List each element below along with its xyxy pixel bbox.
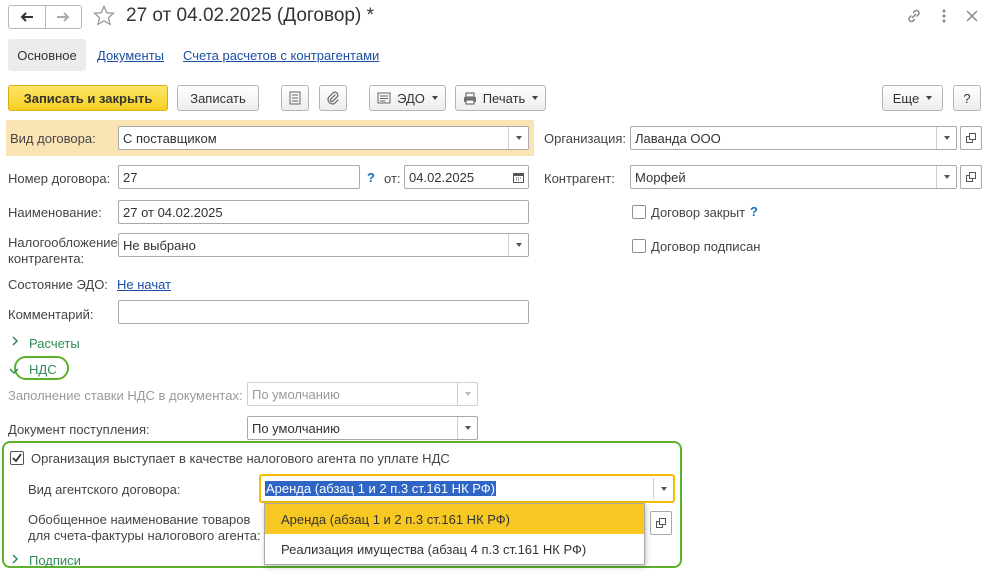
arrow-left-icon — [20, 12, 33, 22]
tab-main[interactable]: Основное — [8, 39, 86, 71]
contract-closed-label: Договор закрыт — [651, 205, 746, 220]
organization-label: Организация: — [544, 131, 627, 146]
edo-button[interactable]: ЭДО — [369, 85, 446, 111]
dropdown-option[interactable]: Аренда (абзац 1 и 2 п.3 ст.161 НК РФ) — [265, 504, 644, 534]
organization-value: Лаванда ООО — [635, 130, 721, 146]
counterparty-select[interactable]: Морфей — [630, 165, 957, 189]
open-goods-button[interactable] — [650, 511, 672, 535]
more-button-label: Еще — [892, 90, 920, 106]
name-label: Наименование: — [8, 205, 102, 220]
open-counterparty-button[interactable] — [960, 165, 982, 189]
agent-contract-type-value: Аренда (абзац 1 и 2 п.3 ст.161 НК РФ) — [265, 481, 496, 496]
save-button[interactable]: Записать — [177, 85, 259, 111]
print-button[interactable]: Печать — [455, 85, 546, 111]
name-input[interactable]: 27 от 04.02.2025 — [118, 200, 529, 224]
arrow-right-icon — [57, 12, 70, 22]
printer-icon — [463, 92, 476, 104]
contract-type-select[interactable]: С поставщиком — [118, 126, 529, 150]
dropdown-arrow-icon — [457, 383, 477, 405]
dropdown-arrow-icon[interactable] — [936, 127, 956, 149]
dropdown-arrow-icon[interactable] — [508, 234, 528, 256]
contract-type-value: С поставщиком — [123, 130, 217, 146]
contract-signed-label: Договор подписан — [651, 239, 761, 254]
tab-accounts[interactable]: Счета расчетов с контрагентами — [183, 48, 379, 63]
group-signatures[interactable]: Подписи — [29, 553, 81, 568]
report-button[interactable] — [281, 85, 309, 111]
favorite-star-icon[interactable] — [92, 4, 116, 31]
contract-signed-checkbox[interactable] — [632, 239, 646, 253]
contract-closed-checkbox[interactable] — [632, 205, 646, 219]
counterparty-label: Контрагент: — [544, 171, 615, 186]
counterparty-value: Морфей — [635, 169, 686, 185]
contract-date-value: 04.02.2025 — [409, 169, 475, 185]
calendar-icon[interactable] — [508, 166, 528, 188]
contract-date-input[interactable]: 04.02.2025 — [404, 165, 529, 189]
contract-number-help-icon[interactable]: ? — [367, 170, 375, 185]
dropdown-arrow-icon[interactable] — [457, 417, 477, 439]
organization-select[interactable]: Лаванда ООО — [630, 126, 957, 150]
edo-state-label: Состояние ЭДО: — [8, 277, 108, 292]
receipt-document-select[interactable]: По умолчанию — [247, 416, 478, 440]
goods-name-label-line1: Обобщенное наименование товаров — [28, 512, 251, 527]
chevron-right-icon[interactable] — [10, 553, 20, 568]
open-organization-button[interactable] — [960, 126, 982, 150]
taxation-label-line2: контрагента: — [8, 251, 85, 266]
goods-name-label-line2: для счета-фактуры налогового агента: — [28, 528, 261, 543]
paperclip-icon — [327, 91, 339, 105]
print-button-label: Печать — [482, 90, 526, 106]
checkmark-icon — [12, 453, 22, 463]
agent-contract-type-label: Вид агентского договора: — [28, 482, 181, 497]
taxation-select[interactable]: Не выбрано — [118, 233, 529, 257]
agent-contract-type-dropdown: Аренда (абзац 1 и 2 п.3 ст.161 НК РФ) Ре… — [264, 503, 645, 565]
agent-contract-type-select[interactable]: Аренда (абзац 1 и 2 п.3 ст.161 НК РФ) — [260, 475, 674, 502]
contract-number-input[interactable]: 27 — [118, 165, 360, 189]
group-settlements[interactable]: Расчеты — [29, 336, 80, 351]
link-icon[interactable] — [905, 7, 923, 25]
list-icon — [289, 91, 301, 105]
comment-input[interactable] — [118, 300, 529, 324]
chevron-down-icon — [431, 96, 438, 100]
taxation-value: Не выбрано — [123, 237, 196, 253]
dropdown-option[interactable]: Реализация имущества (абзац 4 п.3 ст.161… — [265, 534, 644, 564]
edo-state-link[interactable]: Не начат — [117, 277, 171, 292]
vat-rate-fill-value: По умолчанию — [252, 386, 340, 402]
navigation-buttons — [8, 5, 82, 29]
contract-type-label: Вид договора: — [10, 131, 96, 146]
document-title: 27 от 04.02.2025 (Договор) * — [126, 5, 374, 26]
chevron-down-icon — [532, 96, 539, 100]
vat-rate-fill-select: По умолчанию — [247, 382, 478, 406]
date-label: от: — [384, 171, 401, 186]
vat-rate-fill-label: Заполнение ставки НДС в документах: — [8, 388, 243, 403]
receipt-document-value: По умолчанию — [252, 420, 340, 436]
dropdown-arrow-icon[interactable] — [936, 166, 956, 188]
open-window-icon — [966, 172, 976, 182]
receipt-document-label: Документ поступления: — [8, 422, 150, 437]
attach-button[interactable] — [319, 85, 347, 111]
contract-closed-help-icon[interactable]: ? — [750, 204, 758, 219]
taxation-label-line1: Налогообложение — [8, 235, 118, 250]
open-window-icon — [966, 133, 976, 143]
dropdown-arrow-icon[interactable] — [653, 478, 673, 499]
chevron-right-icon[interactable] — [10, 335, 20, 350]
dropdown-arrow-icon[interactable] — [508, 127, 528, 149]
more-button[interactable]: Еще — [882, 85, 943, 111]
more-vertical-icon[interactable] — [935, 7, 953, 25]
back-button[interactable] — [9, 6, 45, 28]
close-icon[interactable] — [963, 7, 981, 25]
contract-number-label: Номер договора: — [8, 171, 111, 186]
comment-label: Комментарий: — [8, 307, 94, 322]
tax-agent-checkbox[interactable] — [10, 451, 24, 465]
forward-button[interactable] — [44, 6, 82, 28]
tax-agent-label: Организация выступает в качестве налогов… — [31, 451, 450, 466]
chevron-down-icon — [926, 96, 933, 100]
save-and-close-button[interactable]: Записать и закрыть — [8, 85, 168, 111]
tab-documents[interactable]: Документы — [97, 48, 164, 63]
group-vat[interactable]: НДС — [29, 362, 57, 377]
chevron-down-icon[interactable] — [8, 364, 20, 379]
edo-icon — [377, 92, 391, 104]
edo-button-label: ЭДО — [397, 90, 425, 106]
open-window-icon — [656, 518, 666, 528]
help-button[interactable]: ? — [953, 85, 981, 111]
